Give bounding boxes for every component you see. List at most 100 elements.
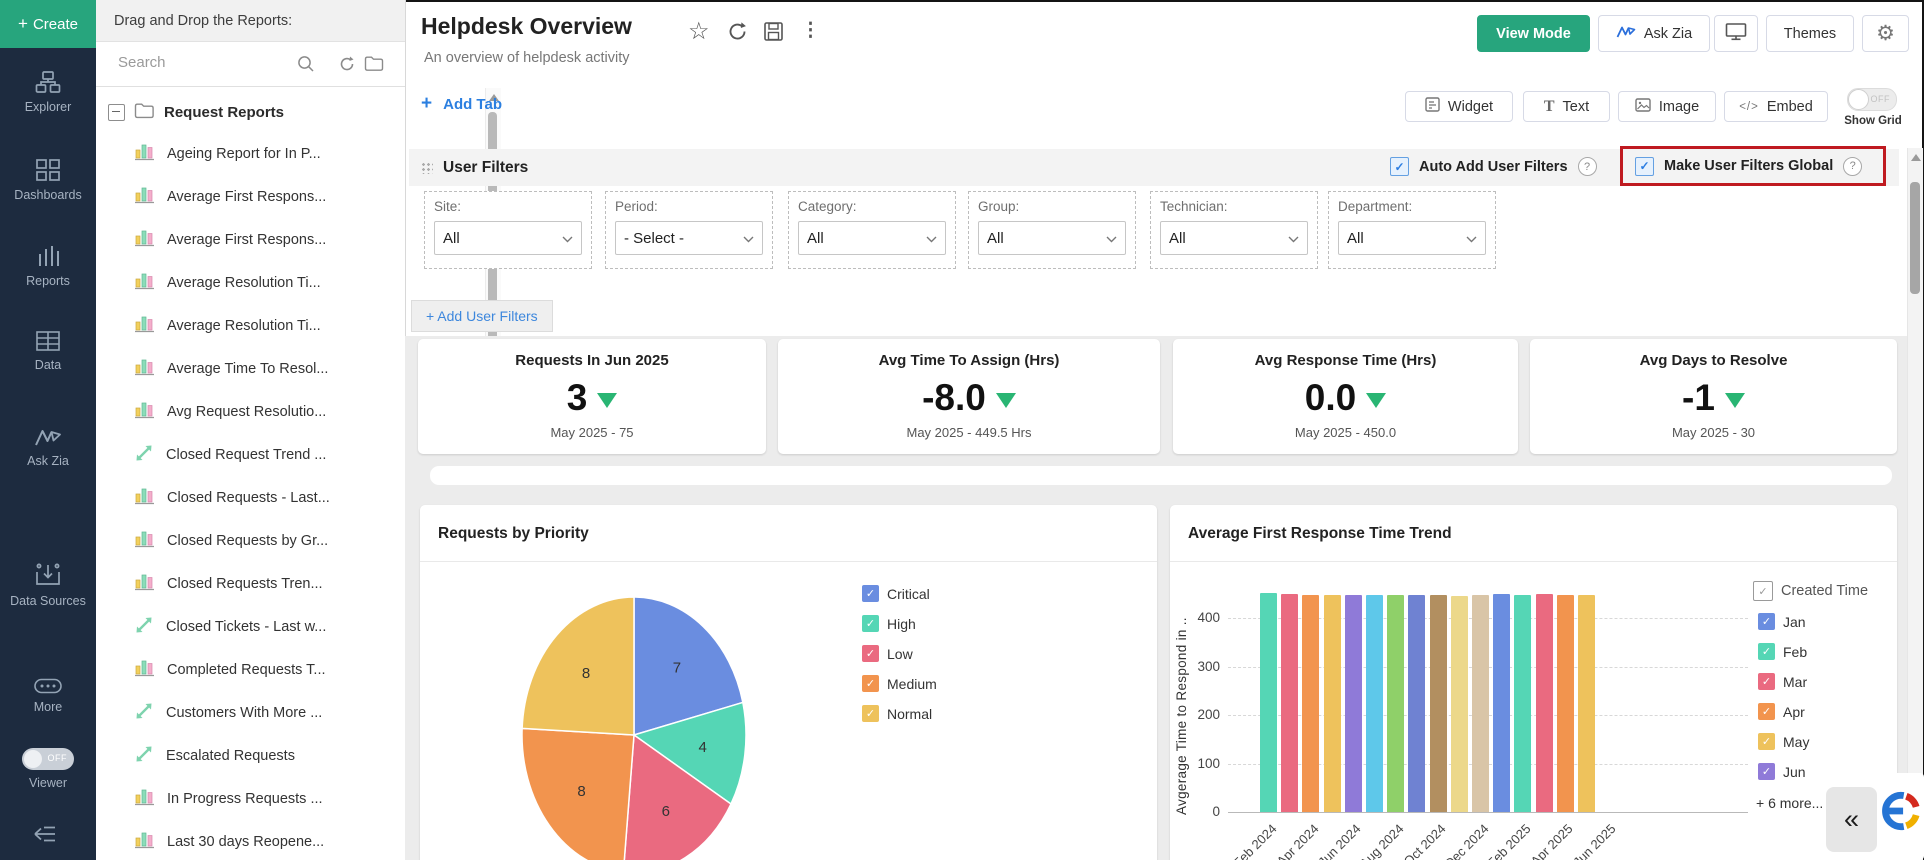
sidebar-item-more[interactable]: More <box>0 678 96 716</box>
legend-more-link[interactable]: + 6 more... <box>1756 795 1823 811</box>
help-icon[interactable]: ? <box>1843 156 1863 176</box>
report-folder-row[interactable]: Request Reports <box>96 92 388 132</box>
bar-mar-2024[interactable] <box>1281 594 1299 812</box>
bar-may-2025[interactable] <box>1578 595 1595 812</box>
legend-checkbox-icon[interactable]: ✓ <box>1758 643 1775 660</box>
collapse-sidebar-icon[interactable] <box>32 824 58 849</box>
bar-sep-2024[interactable] <box>1408 595 1426 812</box>
analytics-logo[interactable] <box>1877 773 1924 860</box>
report-list-item[interactable]: Closed Tickets - Last w... <box>96 605 388 648</box>
report-list-item[interactable]: Customers With More ... <box>96 691 388 734</box>
report-list-item[interactable]: Average Time To Resol... <box>96 347 388 390</box>
legend-item-jun[interactable]: ✓ Jun <box>1758 763 1806 780</box>
save-icon[interactable] <box>763 21 784 47</box>
themes-button[interactable]: Themes <box>1766 15 1854 52</box>
bar-oct-2024[interactable] <box>1429 595 1447 812</box>
text-button[interactable]: T Text <box>1523 91 1610 122</box>
legend-checkbox-icon[interactable]: ✓ <box>862 585 879 602</box>
filter-select[interactable]: All <box>978 221 1126 255</box>
legend-item-critical[interactable]: ✓ Critical <box>862 585 930 602</box>
legend-checkbox-icon[interactable]: ✓ <box>862 705 879 722</box>
report-list-item[interactable]: Last 30 days Reopene... <box>96 820 388 860</box>
legend-checkbox-icon[interactable]: ✓ <box>1753 581 1773 601</box>
legend-item-apr[interactable]: ✓ Apr <box>1758 703 1805 720</box>
help-icon[interactable]: ? <box>1577 157 1597 176</box>
report-list-item[interactable]: In Progress Requests ... <box>96 777 388 820</box>
bar-feb-2024[interactable] <box>1260 593 1277 812</box>
legend-checkbox-icon[interactable]: ✓ <box>862 645 879 662</box>
image-button[interactable]: Image <box>1618 91 1716 122</box>
legend-checkbox-icon[interactable]: ✓ <box>1758 673 1775 690</box>
filter-select[interactable]: All <box>1160 221 1308 255</box>
add-user-filters-button[interactable]: + Add User Filters <box>411 300 553 332</box>
sidebar-item-reports[interactable]: Reports <box>0 244 96 290</box>
report-list-item[interactable]: Closed Requests Tren... <box>96 562 388 605</box>
viewer-toggle[interactable]: OFF Viewer <box>0 748 96 792</box>
report-list-item[interactable]: Average First Respons... <box>96 175 388 218</box>
report-list-item[interactable]: Ageing Report for In P... <box>96 132 388 175</box>
report-list-item[interactable]: Closed Requests - Last... <box>96 476 388 519</box>
legend-checkbox-icon[interactable]: ✓ <box>862 615 879 632</box>
filter-select[interactable]: - Select - <box>615 221 763 255</box>
legend-item-jan[interactable]: ✓ Jan <box>1758 613 1806 630</box>
sidebar-item-ask-zia[interactable]: Ask Zia <box>0 426 96 470</box>
collapse-panel-button[interactable]: « <box>1826 787 1877 852</box>
legend-item-high[interactable]: ✓ High <box>862 615 916 632</box>
filter-select[interactable]: All <box>1338 221 1486 255</box>
legend-item-normal[interactable]: ✓ Normal <box>862 705 932 722</box>
pie-slice-normal[interactable] <box>521 596 635 736</box>
filter-select[interactable]: All <box>798 221 946 255</box>
drag-handle-icon[interactable] <box>421 161 433 174</box>
legend-item-feb[interactable]: ✓ Feb <box>1758 643 1807 660</box>
checkbox-checked-icon[interactable]: ✓ <box>1390 157 1409 176</box>
bar-apr-2025[interactable] <box>1556 594 1574 812</box>
report-list-item[interactable]: Average Resolution Ti... <box>96 304 388 347</box>
create-button[interactable]: + Create <box>0 0 96 48</box>
add-tab-button[interactable]: + Add Tab <box>421 93 502 115</box>
bar-jul-2024[interactable] <box>1366 595 1383 812</box>
report-list-item[interactable]: Closed Requests by Gr... <box>96 519 388 562</box>
report-list-item[interactable]: Average First Respons... <box>96 218 388 261</box>
more-options-kebab-icon[interactable]: ⋮ <box>801 19 820 42</box>
legend-checkbox-icon[interactable]: ✓ <box>862 675 879 692</box>
favorite-star-icon[interactable]: ☆ <box>688 17 710 46</box>
report-list-item[interactable]: Avg Request Resolutio... <box>96 390 388 433</box>
report-list-item[interactable]: Closed Request Trend ... <box>96 433 388 476</box>
embed-button[interactable]: </> Embed <box>1724 91 1828 122</box>
filter-select[interactable]: All <box>434 221 582 255</box>
legend-checkbox-icon[interactable]: ✓ <box>1758 763 1775 780</box>
search-input[interactable]: Search <box>118 54 166 71</box>
make-user-filters-global-option[interactable]: ✓ Make User Filters Global ? <box>1620 146 1886 186</box>
legend-item-may[interactable]: ✓ May <box>1758 733 1809 750</box>
view-mode-button[interactable]: View Mode <box>1477 15 1590 52</box>
settings-button[interactable]: ⚙ <box>1862 15 1909 52</box>
bar-mar-2025[interactable] <box>1535 594 1553 812</box>
legend-header-created-time[interactable]: ✓ Created Time <box>1753 581 1868 601</box>
legend-checkbox-icon[interactable]: ✓ <box>1758 733 1775 750</box>
bar-aug-2024[interactable] <box>1387 595 1405 812</box>
legend-item-mar[interactable]: ✓ Mar <box>1758 673 1807 690</box>
bar-apr-2024[interactable] <box>1302 595 1320 812</box>
main-scrollbar-thumb[interactable] <box>1910 182 1920 294</box>
collapse-folder-icon[interactable] <box>108 103 125 121</box>
ask-zia-button[interactable]: Ask Zia <box>1598 15 1710 52</box>
report-list-item[interactable]: Completed Requests T... <box>96 648 388 691</box>
sidebar-item-dashboards[interactable]: Dashboards <box>0 158 96 204</box>
refresh-icon[interactable] <box>727 21 748 47</box>
pie-chart[interactable]: 7 4 6 8 8 <box>420 562 1157 860</box>
checkbox-checked-icon[interactable]: ✓ <box>1635 156 1654 176</box>
widget-button[interactable]: Widget <box>1405 91 1513 122</box>
sidebar-item-data-sources[interactable]: Data Sources <box>0 562 96 610</box>
presentation-mode-button[interactable] <box>1714 15 1758 52</box>
legend-checkbox-icon[interactable]: ✓ <box>1758 613 1775 630</box>
horizontal-scrollbar[interactable] <box>430 466 1892 485</box>
legend-checkbox-icon[interactable]: ✓ <box>1758 703 1775 720</box>
scroll-up-icon[interactable] <box>1910 154 1921 161</box>
report-list-item[interactable]: Escalated Requests <box>96 734 388 777</box>
legend-item-medium[interactable]: ✓ Medium <box>862 675 937 692</box>
bar-jun-2024[interactable] <box>1344 595 1362 812</box>
legend-item-low[interactable]: ✓ Low <box>862 645 913 662</box>
show-grid-toggle[interactable]: OFF <box>1847 88 1897 111</box>
viewer-toggle-pill[interactable]: OFF <box>22 748 74 770</box>
bar-nov-2024[interactable] <box>1450 595 1468 812</box>
